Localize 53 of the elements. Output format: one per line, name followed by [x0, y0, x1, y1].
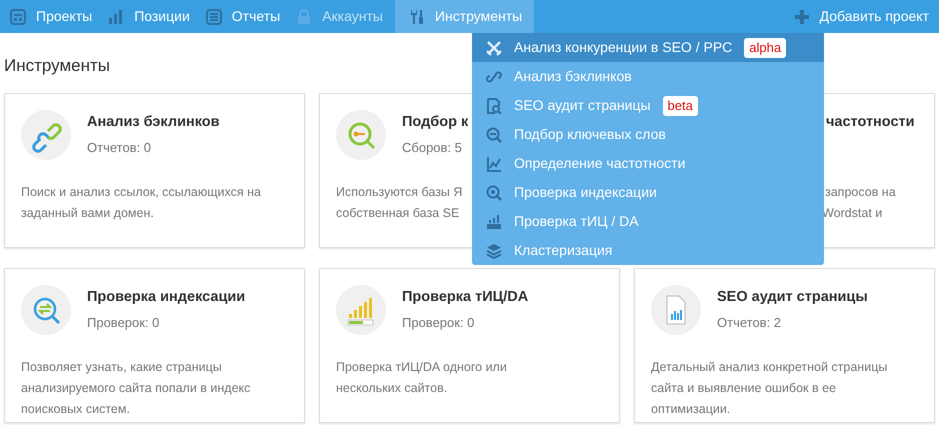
tools-icon [408, 8, 425, 24]
plus-icon [794, 8, 810, 24]
list-icon [206, 8, 222, 24]
card-description-line: нескольких сайтов. [336, 380, 448, 396]
nav-link[interactable]: Позиции [104, 0, 202, 33]
card-description-line: запросов на [825, 184, 896, 201]
nav-link[interactable]: Проекты [6, 0, 104, 33]
card-description-line: собственная база SE [336, 204, 460, 222]
status-badge: beta [662, 96, 698, 116]
tool-card[interactable]: Проверка индексации Проверок: 0 Позволяет узнать, какие страницы анализируемого сайта попали в индекс поисковых систем. [4, 268, 305, 422]
card-description-line: анализируемого сайта попали в индекс [21, 380, 250, 397]
card-count: Отчетов: 0 [87, 138, 152, 157]
card-description-line: оптимизации. [651, 400, 730, 418]
card-description-line: поисковых систем. [21, 400, 130, 418]
lock-icon [296, 8, 312, 24]
card-count: Сборов: 5 [402, 138, 463, 157]
menu-item[interactable]: Анализ бэклинков [472, 62, 824, 91]
card-description-line: Проверка тИЦ/DA одного или [336, 358, 507, 376]
line-chart-icon [486, 156, 502, 172]
card-count: Проверок: 0 [402, 314, 476, 332]
tool-card[interactable]: Анализ бэклинков Отчетов: 0 Поиск и анализ ссылок, ссылающихся на заданный вами домен. [4, 92, 305, 248]
page-heading: Инструменты [4, 55, 110, 77]
link-icon [486, 68, 502, 84]
card-title: Проверка тИЦ/DA [402, 288, 528, 307]
card-description-line: заданный вами домен. [21, 204, 154, 222]
card-count: Отчетов: 2 [717, 314, 782, 332]
card-description-line: Позволяет узнать, какие страницы [21, 358, 222, 376]
menu-item[interactable]: Анализ конкуренции в SEO / PPC alpha [472, 33, 824, 62]
add-project-button[interactable]: Добавить проект [790, 0, 939, 33]
page-search-icon [486, 98, 502, 114]
card-title: Подбор к [402, 112, 468, 132]
card-description-line: Поиск и анализ ссылок, ссылающихся на [21, 184, 261, 200]
layers-icon [486, 242, 502, 258]
card-description-line: Используются базы Я [336, 184, 462, 201]
card-title: частотности [826, 112, 915, 132]
signal-bars-icon [486, 214, 502, 230]
nav-link[interactable]: Инструменты [394, 0, 534, 33]
card-title: SEO аудит страницы [717, 288, 868, 307]
card-description-line: Детальный анализ конкретной страницы [651, 358, 888, 376]
card-description-line: сайта и выявление ошибок в ее [651, 380, 836, 396]
bar-chart-icon [108, 8, 124, 24]
nav-link: Аккаунты [292, 0, 395, 33]
nav-link[interactable]: Отчеты [202, 0, 292, 33]
status-badge: alpha [744, 38, 786, 58]
card-title: Анализ бэклинков [87, 112, 220, 132]
card-description-line: Wordstat и [822, 204, 882, 222]
search-icon [486, 184, 502, 200]
tool-card[interactable]: SEO аудит страницы Отчетов: 2 Детальный анализ конкретной страницы сайта и выявление ошибок в ее оптимизации. [634, 268, 935, 422]
tool-card[interactable]: Проверка тИЦ/DA Проверок: 0 Проверка тИЦ/DA одного или нескольких сайтов. [319, 268, 620, 422]
card-count: Проверок: 0 [87, 314, 160, 332]
crossed-swords-icon [486, 40, 502, 56]
card-title: Проверка индексации [87, 288, 246, 307]
layout-icon [10, 8, 26, 24]
